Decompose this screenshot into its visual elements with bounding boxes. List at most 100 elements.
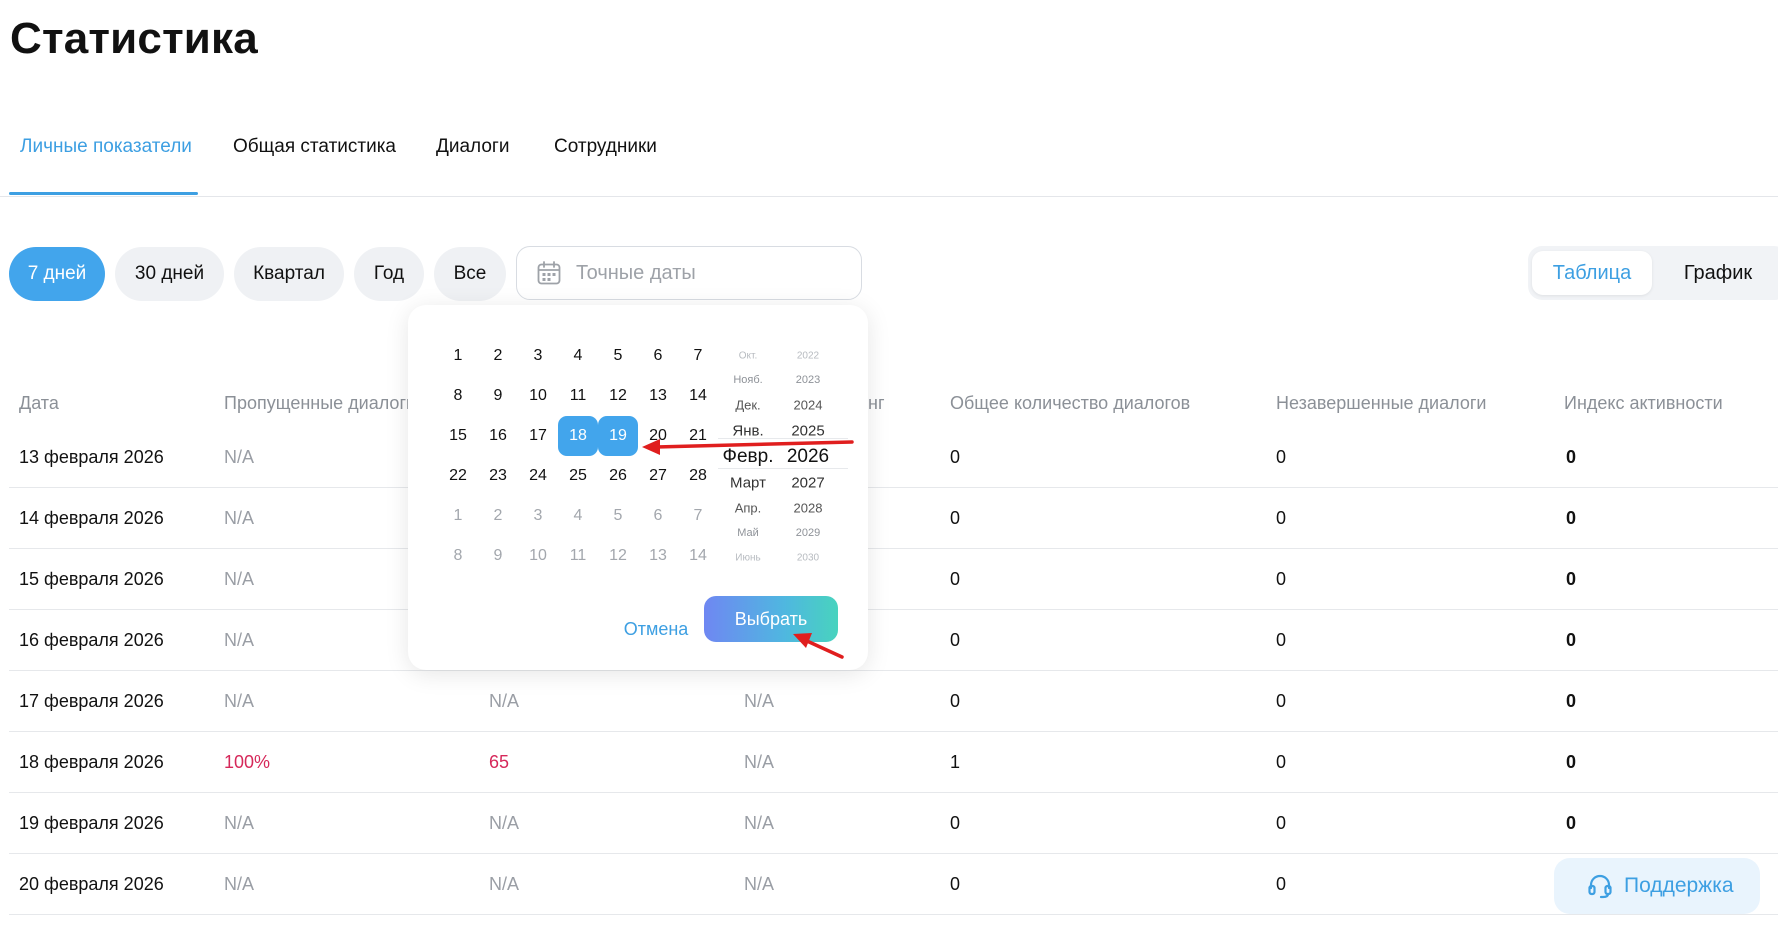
day-cell[interactable]: 6 [638, 336, 678, 376]
day-cell[interactable]: 24 [518, 456, 558, 496]
calendar-icon [537, 261, 561, 285]
year-option-selected[interactable]: 2026 [787, 446, 829, 468]
day-cell-selected[interactable]: 18 [558, 416, 598, 456]
period-quarter-button[interactable]: Квартал [234, 247, 344, 301]
table-view-button[interactable]: Таблица [1532, 251, 1652, 295]
tab-employees[interactable]: Сотрудники [554, 136, 657, 158]
year-option[interactable]: 2022 [797, 351, 819, 362]
day-cell[interactable]: 11 [558, 536, 598, 576]
day-cell[interactable]: 10 [518, 536, 558, 576]
cell-unfinished: 0 [1276, 813, 1287, 833]
cell-missed: N/A [224, 508, 255, 528]
day-cell[interactable]: 22 [438, 456, 478, 496]
day-cell[interactable]: 15 [438, 416, 478, 456]
month-option[interactable]: Нояб. [733, 374, 762, 386]
tab-general-stats[interactable]: Общая статистика [233, 136, 396, 158]
headset-icon [1588, 874, 1612, 899]
day-cell[interactable]: 9 [478, 536, 518, 576]
year-option[interactable]: 2029 [796, 527, 820, 539]
cell-missed: 100% [224, 752, 271, 772]
day-cell[interactable]: 3 [518, 336, 558, 376]
day-cell[interactable]: 20 [638, 416, 678, 456]
day-cell[interactable]: 13 [638, 536, 678, 576]
cell-missed: N/A [224, 813, 255, 833]
column-header-activity: Индекс активности [1564, 393, 1723, 413]
exact-dates-field[interactable] [516, 246, 862, 300]
cell-activity: 0 [1566, 569, 1577, 589]
day-cell[interactable]: 14 [678, 376, 718, 416]
period-year-button[interactable]: Год [354, 247, 424, 301]
cell-unfinished: 0 [1276, 752, 1287, 772]
choose-button[interactable]: Выбрать [704, 596, 838, 642]
day-cell[interactable]: 17 [518, 416, 558, 456]
month-option[interactable]: Апр. [735, 501, 762, 516]
year-option[interactable]: 2023 [796, 374, 820, 386]
exact-dates-input[interactable] [574, 260, 848, 286]
day-cell[interactable]: 8 [438, 536, 478, 576]
day-cell[interactable]: 7 [678, 336, 718, 376]
table-row: 19 февраля 2026 N/A N/A N/A 0 0 0 [9, 792, 1778, 854]
month-option-selected[interactable]: Февр. [723, 446, 774, 468]
month-option[interactable]: Дек. [735, 398, 760, 413]
chart-view-button[interactable]: График [1668, 251, 1768, 295]
day-cell[interactable]: 8 [438, 376, 478, 416]
column-header-missed: Пропущенные диалоги [224, 393, 417, 413]
period-7-days-button[interactable]: 7 дней [9, 247, 105, 301]
day-cell[interactable]: 12 [598, 376, 638, 416]
cell-missed: N/A [224, 447, 255, 467]
cell-date: 20 февраля 2026 [19, 874, 164, 894]
day-cell[interactable]: 7 [678, 496, 718, 536]
tab-dialogs[interactable]: Диалоги [436, 136, 509, 158]
cell-total: 0 [950, 630, 961, 650]
year-option[interactable]: 2025 [791, 423, 824, 440]
day-cell[interactable]: 3 [518, 496, 558, 536]
day-cell[interactable]: 4 [558, 496, 598, 536]
tab-personal-metrics[interactable]: Личные показатели [20, 136, 192, 158]
day-cell[interactable]: 2 [478, 336, 518, 376]
month-option[interactable]: Июнь [735, 553, 760, 564]
day-cell[interactable]: 27 [638, 456, 678, 496]
day-cell[interactable]: 10 [518, 376, 558, 416]
support-button[interactable]: Поддержка [1554, 858, 1760, 914]
day-cell[interactable]: 9 [478, 376, 518, 416]
month-option[interactable]: Окт. [739, 351, 758, 362]
day-cell[interactable]: 5 [598, 496, 638, 536]
day-cell[interactable]: 14 [678, 536, 718, 576]
year-option[interactable]: 2028 [794, 501, 823, 516]
month-option[interactable]: Март [730, 475, 766, 492]
table-row: 13 февраля 2026 N/A 0 0 0 [9, 426, 1778, 488]
cell-date: 15 февраля 2026 [19, 569, 164, 589]
period-30-days-button[interactable]: 30 дней [115, 247, 224, 301]
day-cell[interactable]: 28 [678, 456, 718, 496]
day-cell[interactable]: 5 [598, 336, 638, 376]
day-cell[interactable]: 16 [478, 416, 518, 456]
day-cell[interactable]: 1 [438, 336, 478, 376]
support-label: Поддержка [1624, 874, 1734, 897]
day-cell-selected[interactable]: 19 [598, 416, 638, 456]
day-cell[interactable]: 2 [478, 496, 518, 536]
period-all-button[interactable]: Все [434, 247, 506, 301]
day-cell[interactable]: 21 [678, 416, 718, 456]
cell-missed: N/A [224, 874, 255, 894]
day-cell[interactable]: 4 [558, 336, 598, 376]
day-cell[interactable]: 1 [438, 496, 478, 536]
day-cell[interactable]: 25 [558, 456, 598, 496]
year-option[interactable]: 2030 [797, 553, 819, 564]
year-option[interactable]: 2024 [794, 398, 823, 413]
cell-date: 19 февраля 2026 [19, 813, 164, 833]
cell-missed: N/A [224, 630, 255, 650]
column-header-date: Дата [19, 393, 59, 413]
month-option[interactable]: Янв. [732, 423, 763, 440]
day-cell[interactable]: 12 [598, 536, 638, 576]
month-option[interactable]: Май [737, 527, 759, 539]
day-cell[interactable]: 23 [478, 456, 518, 496]
day-cell[interactable]: 11 [558, 376, 598, 416]
table-row: 17 февраля 2026 N/A N/A N/A 0 0 0 [9, 670, 1778, 732]
day-cell[interactable]: 26 [598, 456, 638, 496]
day-cell[interactable]: 6 [638, 496, 678, 536]
cell-date: 18 февраля 2026 [19, 752, 164, 772]
year-option[interactable]: 2027 [791, 475, 824, 492]
cancel-button[interactable]: Отмена [596, 609, 716, 649]
column-header-total-dialogs: Общее количество диалогов [950, 393, 1191, 413]
day-cell[interactable]: 13 [638, 376, 678, 416]
